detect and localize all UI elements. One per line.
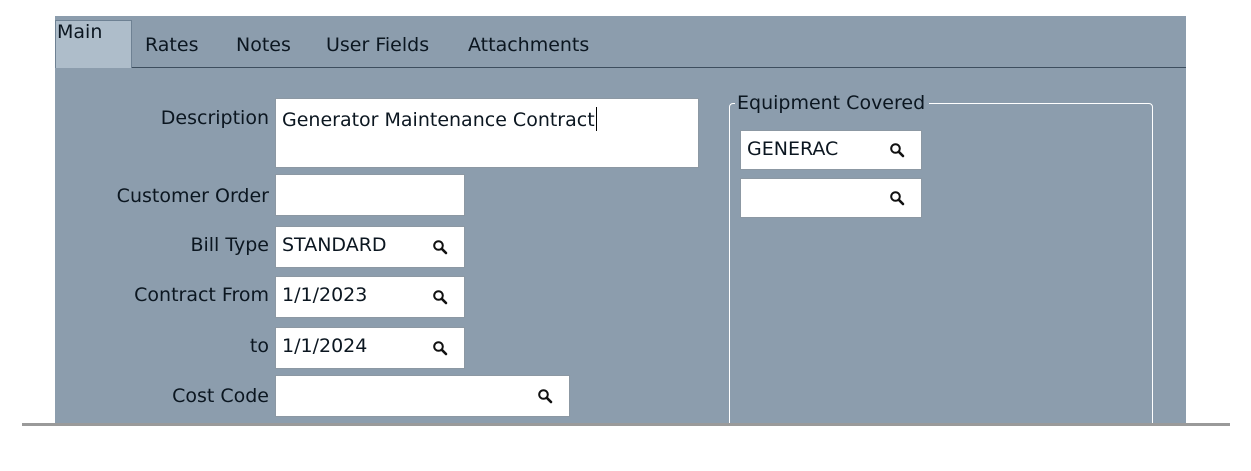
bill-type-value: STANDARD <box>282 234 387 256</box>
magnifier-icon[interactable] <box>537 388 553 404</box>
text-cursor <box>595 107 597 131</box>
magnifier-icon[interactable] <box>432 289 448 305</box>
tab-attachments[interactable]: Attachments <box>468 30 589 60</box>
customer-order-row: Customer Order <box>55 183 269 213</box>
magnifier-icon[interactable] <box>432 340 448 356</box>
tab-notes[interactable]: Notes <box>236 30 291 60</box>
contract-from-row: Contract From <box>55 282 269 312</box>
contract-from-field[interactable]: 1/1/2023 <box>275 276 465 318</box>
description-label: Description <box>160 107 269 129</box>
description-row: Description <box>55 105 269 135</box>
magnifier-icon[interactable] <box>432 239 448 255</box>
cost-code-field[interactable] <box>275 375 570 417</box>
contract-from-value: 1/1/2023 <box>282 284 368 306</box>
magnifier-icon[interactable] <box>889 190 905 206</box>
description-field[interactable]: Generator Maintenance Contract <box>275 98 699 168</box>
equipment-value-1: GENERAC <box>747 138 839 160</box>
bill-type-field[interactable]: STANDARD <box>275 226 465 268</box>
tab-user-fields[interactable]: User Fields <box>326 30 429 60</box>
customer-order-field[interactable] <box>275 174 465 216</box>
tab-rates[interactable]: Rates <box>145 30 198 60</box>
description-value: Generator Maintenance Contract <box>282 109 595 131</box>
bill-type-row: Bill Type <box>55 232 269 262</box>
contract-to-field[interactable]: 1/1/2024 <box>275 327 465 369</box>
tab-strip: Main Rates Notes User Fields Attachments <box>55 16 1186 68</box>
contract-form-panel: Main Rates Notes User Fields Attachments… <box>55 16 1186 424</box>
cost-code-row: Cost Code <box>55 383 269 413</box>
contract-to-label: to <box>249 335 269 357</box>
contract-to-row: to <box>55 333 269 363</box>
contract-from-label: Contract From <box>134 284 269 306</box>
window-bottom-edge <box>22 423 1230 426</box>
contract-to-value: 1/1/2024 <box>282 335 368 357</box>
equipment-field-1[interactable]: GENERAC <box>740 130 922 170</box>
equipment-covered-title: Equipment Covered <box>735 92 930 114</box>
equipment-field-2[interactable] <box>740 178 922 218</box>
bill-type-label: Bill Type <box>190 234 269 256</box>
tab-main[interactable]: Main <box>55 20 132 68</box>
customer-order-label: Customer Order <box>116 185 269 207</box>
magnifier-icon[interactable] <box>889 142 905 158</box>
cost-code-label: Cost Code <box>172 385 269 407</box>
tab-strip-divider <box>55 67 1186 68</box>
